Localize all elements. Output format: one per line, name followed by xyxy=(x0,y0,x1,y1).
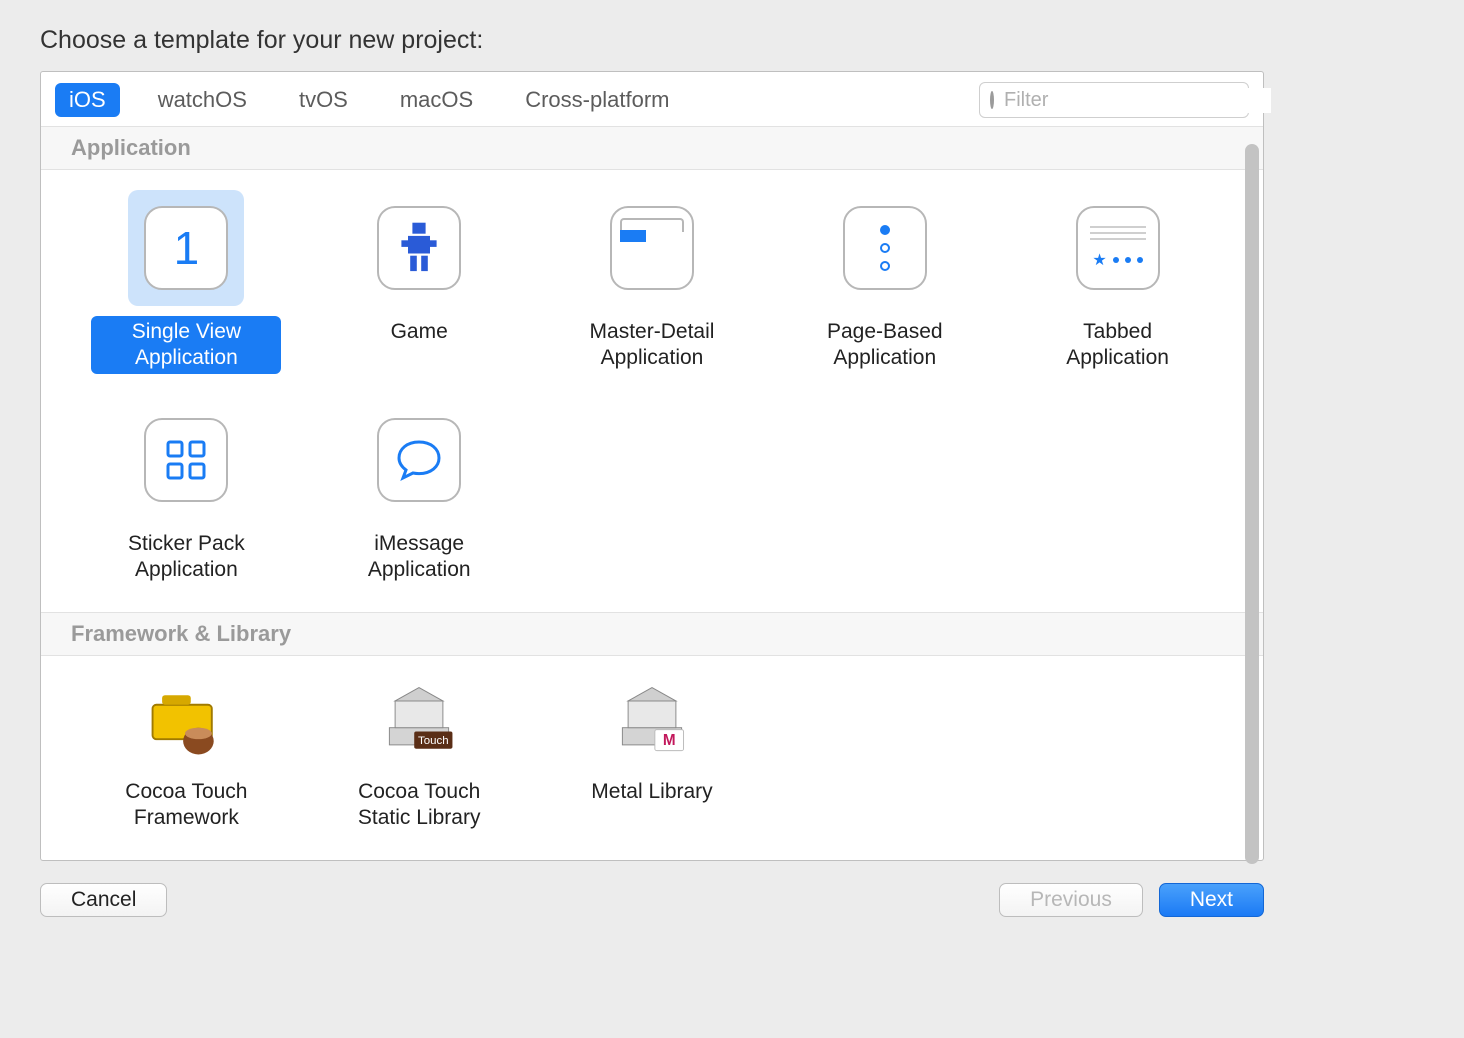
template-page-based[interactable]: Page-Based Application xyxy=(773,190,996,374)
filter-icon xyxy=(990,91,994,109)
platform-tab-crossplatform[interactable]: Cross-platform xyxy=(511,83,683,117)
new-project-sheet: Choose a template for your new project: … xyxy=(0,0,1304,937)
template-sticker-pack[interactable]: Sticker Pack Application xyxy=(75,402,298,586)
next-button[interactable]: Next xyxy=(1159,883,1264,917)
page-dots-icon xyxy=(827,190,943,306)
template-game[interactable]: Game xyxy=(308,190,531,374)
template-label: Game xyxy=(381,316,458,348)
template-label: Metal Library xyxy=(581,776,722,808)
platform-tab-macos[interactable]: macOS xyxy=(386,83,487,117)
speech-bubble-icon xyxy=(361,402,477,518)
filter-field[interactable] xyxy=(979,82,1249,118)
sheet-footer: Cancel Previous Next xyxy=(0,861,1304,917)
template-label: Sticker Pack Application xyxy=(91,528,281,586)
template-panel: iOS watchOS tvOS macOS Cross-platform Ap… xyxy=(40,71,1264,861)
platform-tab-ios[interactable]: iOS xyxy=(55,83,120,117)
template-label: Tabbed Application xyxy=(1023,316,1213,374)
template-master-detail[interactable]: Master-Detail Application xyxy=(541,190,764,374)
filter-input[interactable] xyxy=(1002,88,1271,113)
library-metal-icon: M xyxy=(607,676,697,766)
template-cocoa-touch-static[interactable]: Touch Cocoa Touch Static Library xyxy=(308,676,531,834)
template-label: Cocoa Touch Static Library xyxy=(324,776,514,834)
platform-filter-bar: iOS watchOS tvOS macOS Cross-platform xyxy=(41,72,1263,126)
framework-grid: Cocoa Touch Framework Touch Cocoa Touch … xyxy=(41,656,1263,860)
robot-icon xyxy=(361,190,477,306)
template-label: iMessage Application xyxy=(324,528,514,586)
previous-button[interactable]: Previous xyxy=(999,883,1143,917)
scrollbar-thumb[interactable] xyxy=(1245,144,1259,864)
sheet-title: Choose a template for your new project: xyxy=(0,0,1304,71)
template-metal-library[interactable]: M Metal Library xyxy=(541,676,764,834)
template-imessage[interactable]: iMessage Application xyxy=(308,402,531,586)
platform-tab-watchos[interactable]: watchOS xyxy=(144,83,261,117)
svg-text:Touch: Touch xyxy=(418,735,449,747)
template-label: Single View Application xyxy=(91,316,281,374)
library-touch-icon: Touch xyxy=(374,676,464,766)
platform-tab-tvos[interactable]: tvOS xyxy=(285,83,362,117)
svg-text:M: M xyxy=(663,732,676,749)
grid-2x2-icon xyxy=(128,402,244,518)
template-label: Cocoa Touch Framework xyxy=(91,776,281,834)
template-label: Master-Detail Application xyxy=(557,316,747,374)
template-tabbed[interactable]: ★ Tabbed Application xyxy=(1006,190,1229,374)
template-single-view[interactable]: 1 Single View Application xyxy=(75,190,298,374)
digit-one-icon: 1 xyxy=(128,190,244,306)
master-detail-icon xyxy=(594,190,710,306)
tab-bar-icon: ★ xyxy=(1060,190,1176,306)
template-cocoa-touch-framework[interactable]: Cocoa Touch Framework xyxy=(75,676,298,834)
cancel-button[interactable]: Cancel xyxy=(40,883,167,917)
toolbox-icon xyxy=(141,676,231,766)
section-header-framework: Framework & Library xyxy=(41,612,1263,656)
platform-tabs: iOS watchOS tvOS macOS Cross-platform xyxy=(55,83,683,117)
section-header-application: Application xyxy=(41,126,1263,170)
template-label: Page-Based Application xyxy=(790,316,980,374)
application-grid: 1 Single View Application Game Master-De… xyxy=(41,170,1263,612)
